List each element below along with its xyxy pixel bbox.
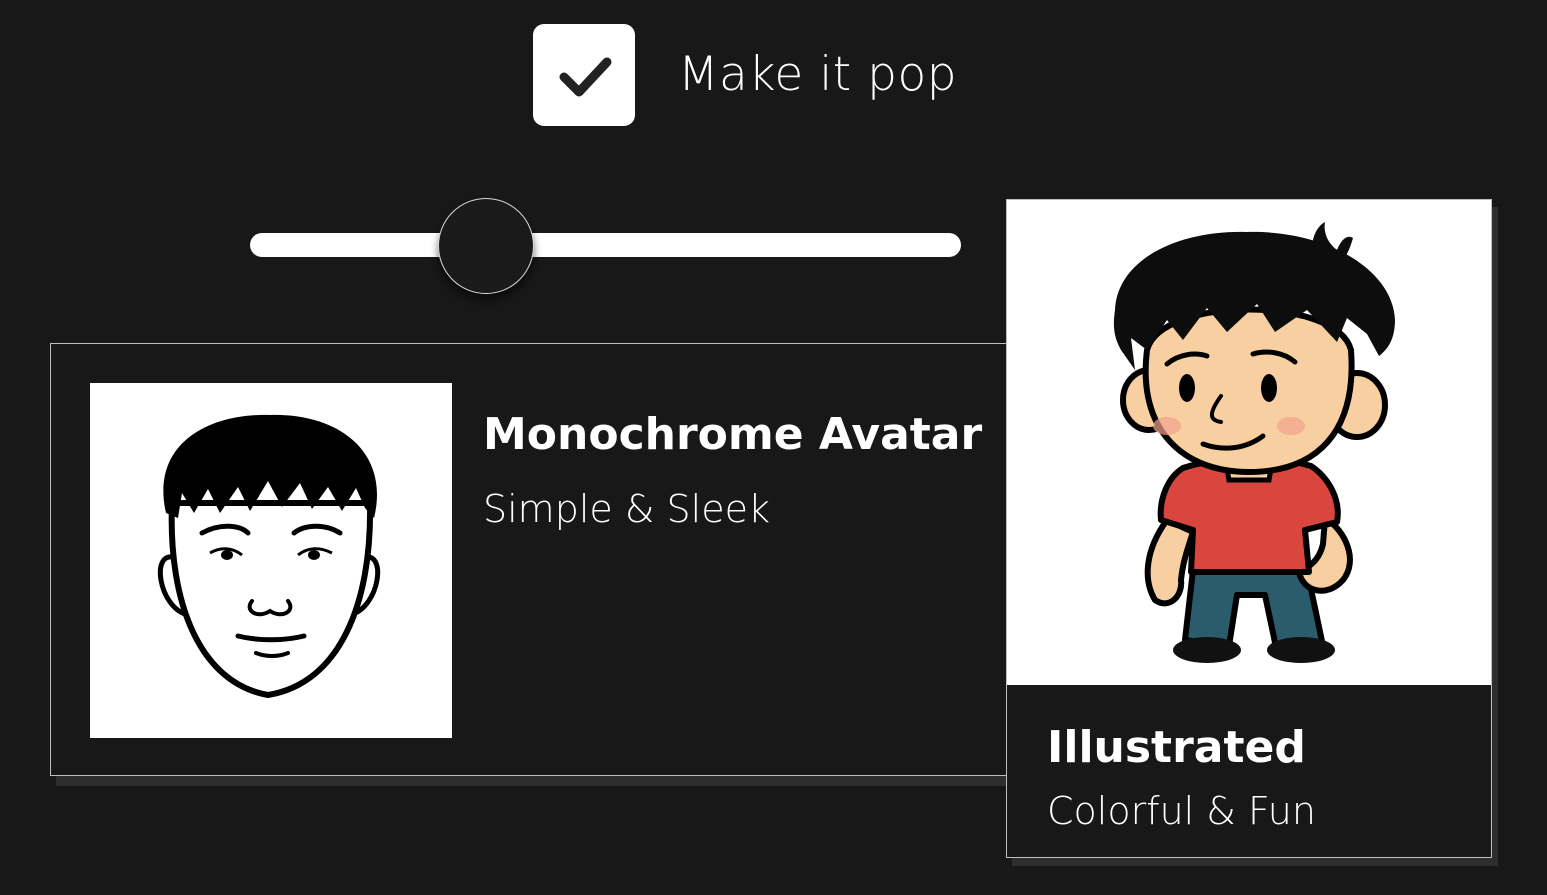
make-it-pop-label: Make it pop [678,47,958,102]
monochrome-card-title: Monochrome Avatar [483,409,983,460]
monochrome-face-icon [157,414,381,699]
intensity-slider[interactable] [250,198,961,294]
make-it-pop-toggle[interactable]: Make it pop [533,23,957,126]
monochrome-avatar-card[interactable]: Monochrome Avatar Simple & Sleek [50,343,1060,776]
slider-track[interactable] [250,233,961,257]
make-it-pop-checkbox[interactable] [533,23,635,126]
illustrated-boy-icon [1113,222,1395,663]
checkmark-icon [559,57,612,96]
monochrome-avatar-image [90,383,452,738]
illustrated-avatar-image [1007,200,1491,685]
illustrated-card-subtitle: Colorful & Fun [1047,789,1316,833]
illustrated-card-title: Illustrated [1047,722,1306,773]
slider-thumb[interactable] [437,198,534,294]
monochrome-card-subtitle: Simple & Sleek [483,487,770,531]
illustrated-avatar-card[interactable]: Illustrated Colorful & Fun [1006,199,1492,858]
avatar-style-picker: Make it pop Monochrome Avatar Simple & S… [0,0,1547,895]
